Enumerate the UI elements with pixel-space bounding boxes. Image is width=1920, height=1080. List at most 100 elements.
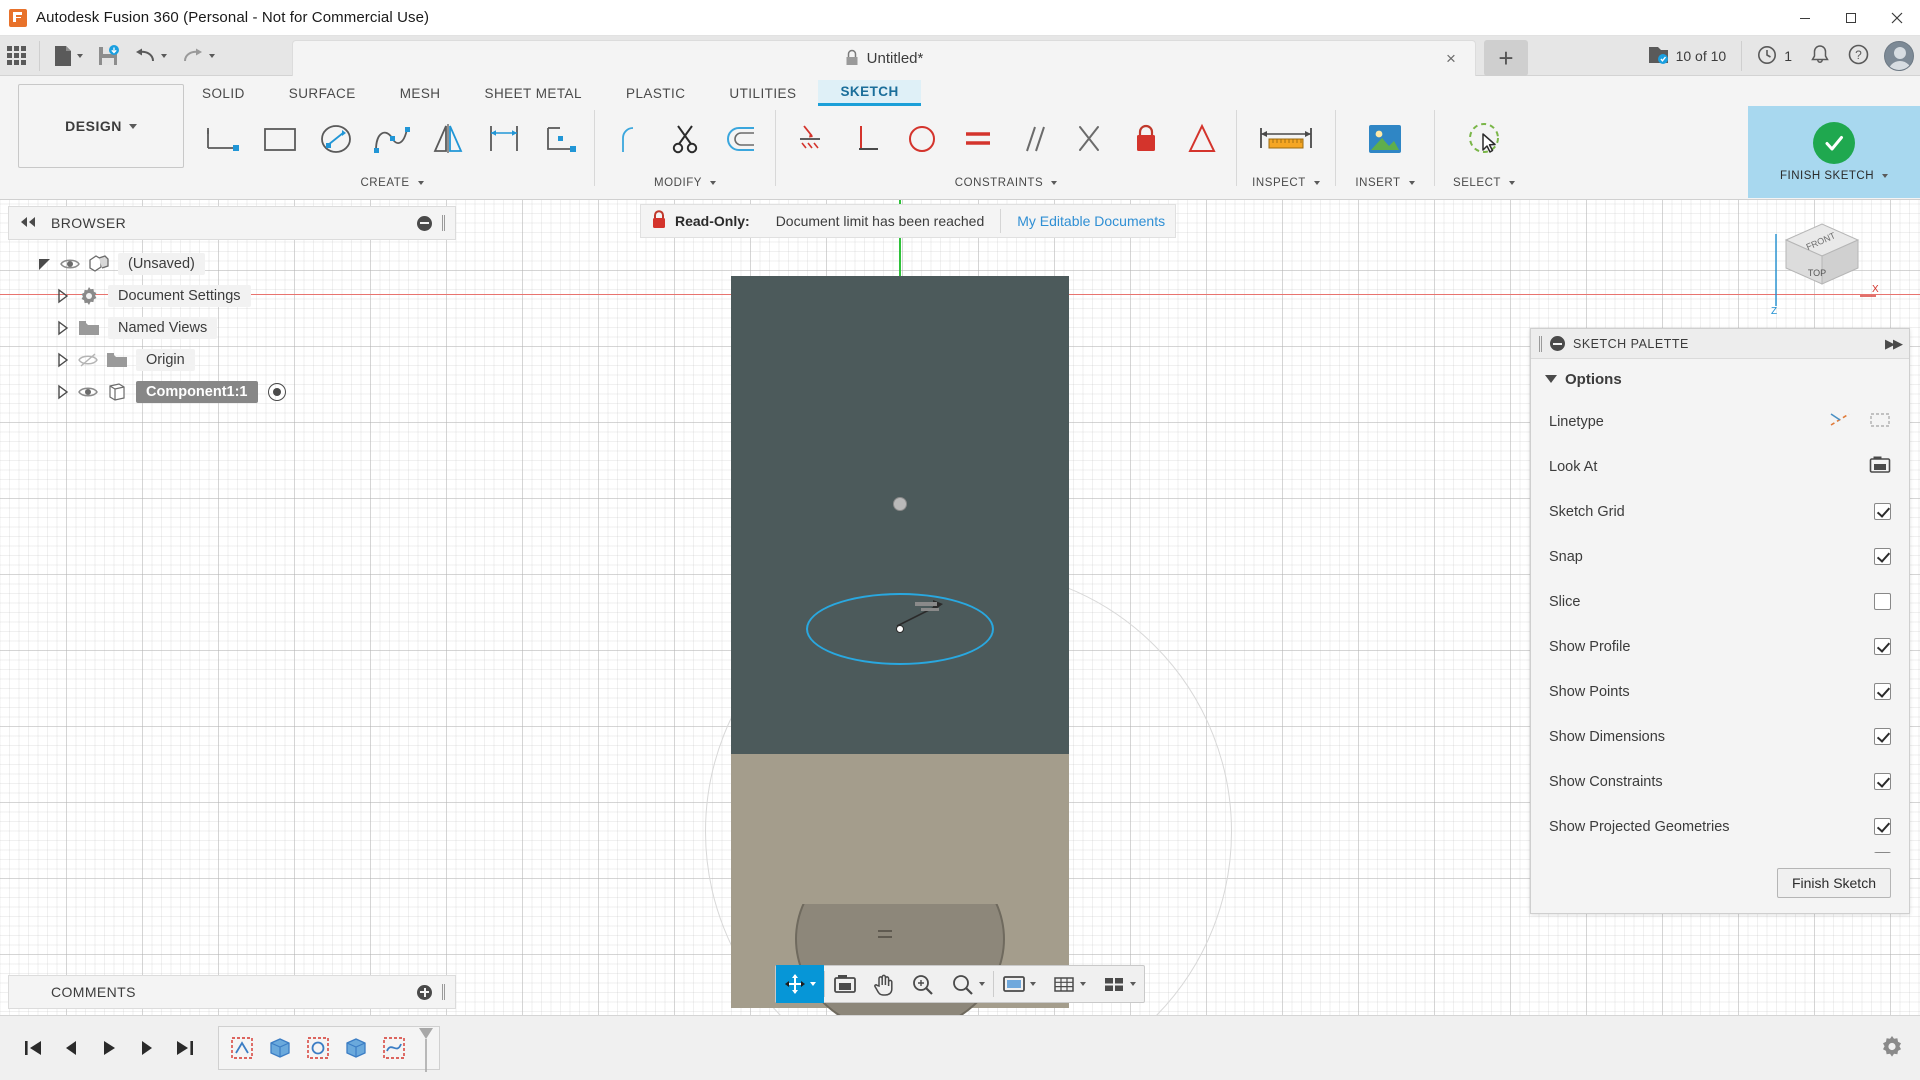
zoom-icon[interactable] [903, 965, 943, 1003]
history-button[interactable]: 1 [1748, 36, 1801, 76]
my-editable-documents-link[interactable]: My Editable Documents [1017, 213, 1165, 229]
measure-icon[interactable] [1243, 109, 1329, 169]
sketch-center-point[interactable] [896, 625, 904, 633]
show-constraints-checkbox[interactable] [1874, 773, 1891, 790]
activate-radio[interactable] [268, 383, 286, 401]
go-to-end-icon[interactable] [166, 1027, 204, 1069]
play-icon[interactable] [90, 1027, 128, 1069]
sketch-radius-dimension[interactable] [875, 598, 995, 658]
viewports-icon[interactable] [1094, 965, 1144, 1003]
ribbon-tab-surface[interactable]: SURFACE [267, 80, 378, 106]
mirror-icon[interactable] [420, 109, 476, 169]
3d-sketch-checkbox[interactable] [1874, 852, 1891, 854]
browser-node-document-settings[interactable]: Document Settings [8, 280, 456, 312]
notifications-button[interactable] [1801, 36, 1839, 76]
grip-handle-icon[interactable] [442, 215, 445, 231]
ribbon-group-label-modify[interactable]: MODIFY [654, 172, 716, 194]
ribbon-group-label-select[interactable]: SELECT [1453, 172, 1515, 194]
browser-node-unsaved[interactable]: (Unsaved) [8, 248, 456, 280]
new-tab-button[interactable]: + [1484, 40, 1528, 76]
new-document-icon[interactable] [46, 36, 90, 76]
show-profile-checkbox[interactable] [1874, 638, 1891, 655]
select-lasso-icon[interactable] [1441, 109, 1527, 169]
look-at-icon[interactable] [825, 965, 865, 1003]
document-tab[interactable]: Untitled* × [292, 40, 1476, 76]
expand-arrow-icon[interactable] [52, 320, 74, 336]
snap-checkbox[interactable] [1874, 548, 1891, 565]
linetype-centerline-icon[interactable] [1869, 411, 1891, 433]
finish-sketch-button[interactable]: FINISH SKETCH [1748, 106, 1920, 198]
save-icon[interactable] [90, 36, 126, 76]
grip-handle-icon[interactable] [1539, 336, 1542, 352]
sketch-feature-icon[interactable] [225, 1031, 259, 1065]
spline-icon[interactable] [364, 109, 420, 169]
show-points-checkbox[interactable] [1874, 683, 1891, 700]
ribbon-group-label-constraints[interactable]: CONSTRAINTS [955, 172, 1057, 194]
fillet-icon[interactable] [601, 109, 657, 169]
coincident-icon[interactable] [1062, 109, 1118, 169]
pan-hand-icon[interactable] [865, 965, 903, 1003]
ribbon-group-label-create[interactable]: CREATE [360, 172, 423, 194]
perpendicular-icon[interactable] [838, 109, 894, 169]
show-projected-geometries-checkbox[interactable] [1874, 818, 1891, 835]
eye-visible-icon[interactable] [56, 257, 84, 271]
document-tab-close-button[interactable]: × [1441, 49, 1461, 69]
timeline-marker[interactable] [417, 1026, 433, 1070]
eye-visible-icon[interactable] [74, 385, 102, 399]
browser-node-named-views[interactable]: Named Views [8, 312, 456, 344]
minimize-button[interactable] [1782, 0, 1828, 36]
sketch-palette-options-section[interactable]: Options [1531, 359, 1909, 399]
ribbon-group-label-insert[interactable]: INSERT [1355, 172, 1414, 194]
app-grid-icon[interactable] [0, 36, 33, 76]
comments-panel[interactable]: COMMENTS [8, 975, 456, 1009]
rectangle-icon[interactable] [252, 109, 308, 169]
circle-icon[interactable] [308, 109, 364, 169]
slice-checkbox[interactable] [1874, 593, 1891, 610]
ribbon-tab-solid[interactable]: SOLID [180, 80, 267, 106]
help-button[interactable]: ? [1839, 36, 1878, 76]
extrude-feature-icon[interactable] [263, 1031, 297, 1065]
linetype-construction-icon[interactable] [1829, 411, 1851, 433]
trim-scissors-icon[interactable] [657, 109, 713, 169]
grip-handle-icon[interactable] [442, 984, 445, 1000]
orbit-icon[interactable] [776, 965, 824, 1003]
gear-icon[interactable] [1880, 1034, 1904, 1061]
show-dimensions-checkbox[interactable] [1874, 728, 1891, 745]
plus-circle-icon[interactable] [417, 985, 432, 1000]
expand-arrow-icon[interactable] [52, 288, 74, 304]
ribbon-tab-sheet-metal[interactable]: SHEET METAL [463, 80, 604, 106]
minus-circle-icon[interactable] [417, 216, 432, 231]
ribbon-tab-plastic[interactable]: PLASTIC [604, 80, 707, 106]
ribbon-tab-mesh[interactable]: MESH [378, 80, 463, 106]
undo-icon[interactable] [126, 36, 174, 76]
parallel-icon[interactable] [1006, 109, 1062, 169]
line-icon[interactable] [196, 109, 252, 169]
expand-right-icon[interactable]: ▶▶ [1885, 336, 1901, 352]
model-body-upper[interactable] [731, 276, 1069, 754]
job-status-button[interactable]: 10 of 10 [1638, 36, 1736, 76]
extrude-feature-icon[interactable] [339, 1031, 373, 1065]
eye-hidden-icon[interactable] [74, 352, 102, 368]
look-at-icon[interactable] [1869, 455, 1891, 478]
ribbon-tab-sketch[interactable]: SKETCH [818, 80, 920, 106]
sketch-grid-checkbox[interactable] [1874, 503, 1891, 520]
sketch-feature-icon[interactable] [301, 1031, 335, 1065]
display-settings-icon[interactable] [994, 965, 1044, 1003]
minus-circle-icon[interactable] [1550, 336, 1565, 351]
user-avatar[interactable] [1884, 41, 1914, 71]
step-back-icon[interactable] [52, 1027, 90, 1069]
point-rectangle-icon[interactable] [532, 109, 588, 169]
expand-arrow-icon[interactable] [52, 384, 74, 400]
insert-image-icon[interactable] [1342, 109, 1428, 169]
symmetry-icon[interactable] [1174, 109, 1230, 169]
dimension-icon[interactable] [476, 109, 532, 169]
fix-lock-icon[interactable] [1118, 109, 1174, 169]
expand-arrow-icon[interactable] [34, 256, 56, 272]
ribbon-tab-utilities[interactable]: UTILITIES [707, 80, 818, 106]
zoom-window-icon[interactable] [943, 965, 993, 1003]
equal-icon[interactable] [950, 109, 1006, 169]
sketch-origin-point[interactable] [893, 497, 907, 511]
offset-icon[interactable] [713, 109, 769, 169]
finish-sketch-palette-button[interactable]: Finish Sketch [1777, 868, 1891, 898]
collapse-left-icon[interactable] [19, 216, 37, 231]
